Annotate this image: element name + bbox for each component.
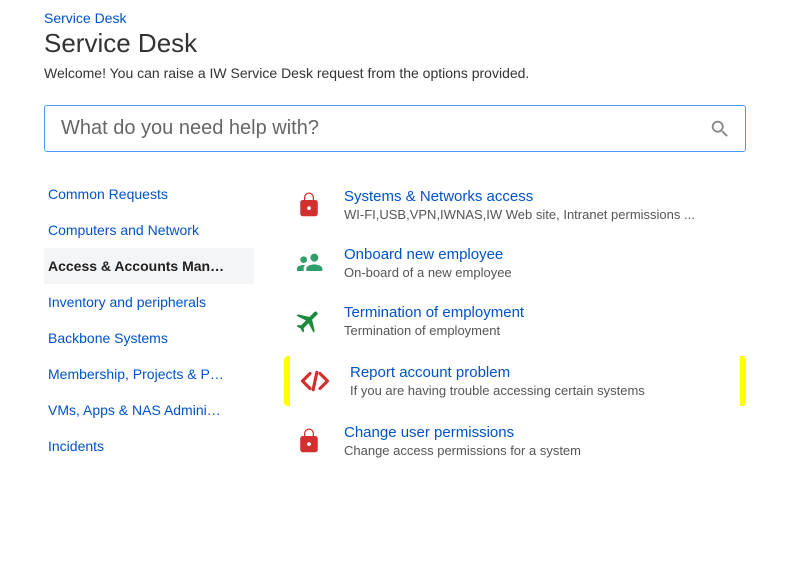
request-desc: On-board of a new employee [344, 265, 738, 280]
sidebar-item-common-requests[interactable]: Common Requests [44, 176, 254, 212]
request-desc: WI-FI,USB,VPN,IWNAS,IW Web site, Intrane… [344, 207, 738, 222]
request-title: Onboard new employee [344, 246, 738, 263]
welcome-text: Welcome! You can raise a IW Service Desk… [44, 65, 746, 81]
sidebar-item-computers-network[interactable]: Computers and Network [44, 212, 254, 248]
request-desc: If you are having trouble accessing cert… [350, 383, 732, 398]
plane-icon [292, 304, 326, 338]
request-report-account[interactable]: Report account problem If you are having… [290, 356, 740, 406]
search-box[interactable] [44, 105, 746, 152]
request-title: Change user permissions [344, 424, 738, 441]
request-termination[interactable]: Termination of employment Termination of… [284, 292, 746, 350]
sidebar-item-backbone[interactable]: Backbone Systems [44, 320, 254, 356]
breadcrumb-link[interactable]: Service Desk [44, 10, 126, 26]
sidebar-item-incidents[interactable]: Incidents [44, 428, 254, 464]
request-title: Systems & Networks access [344, 188, 738, 205]
request-desc: Termination of employment [344, 323, 738, 338]
request-report-account-highlight: Report account problem If you are having… [284, 356, 746, 406]
sidebar-item-membership[interactable]: Membership, Projects & P… [44, 356, 254, 392]
search-input[interactable] [59, 116, 709, 141]
lock-icon [292, 188, 326, 222]
request-title: Termination of employment [344, 304, 738, 321]
request-desc: Change access permissions for a system [344, 443, 738, 458]
page-title: Service Desk [44, 28, 746, 59]
people-icon [292, 246, 326, 280]
sidebar-item-inventory[interactable]: Inventory and peripherals [44, 284, 254, 320]
breadcrumb: Service Desk [44, 10, 746, 26]
request-systems-networks[interactable]: Systems & Networks access WI-FI,USB,VPN,… [284, 176, 746, 234]
request-list: Systems & Networks access WI-FI,USB,VPN,… [284, 176, 746, 470]
request-change-permissions[interactable]: Change user permissions Change access pe… [284, 412, 746, 470]
sidebar-item-vms-apps[interactable]: VMs, Apps & NAS Admini… [44, 392, 254, 428]
lock-icon [292, 424, 326, 458]
request-onboard-employee[interactable]: Onboard new employee On-board of a new e… [284, 234, 746, 292]
search-icon [709, 118, 731, 140]
sidebar-item-access-accounts[interactable]: Access & Accounts Man… [44, 248, 254, 284]
sidebar: Common Requests Computers and Network Ac… [44, 176, 254, 470]
request-title: Report account problem [350, 364, 732, 381]
code-icon [298, 364, 332, 398]
